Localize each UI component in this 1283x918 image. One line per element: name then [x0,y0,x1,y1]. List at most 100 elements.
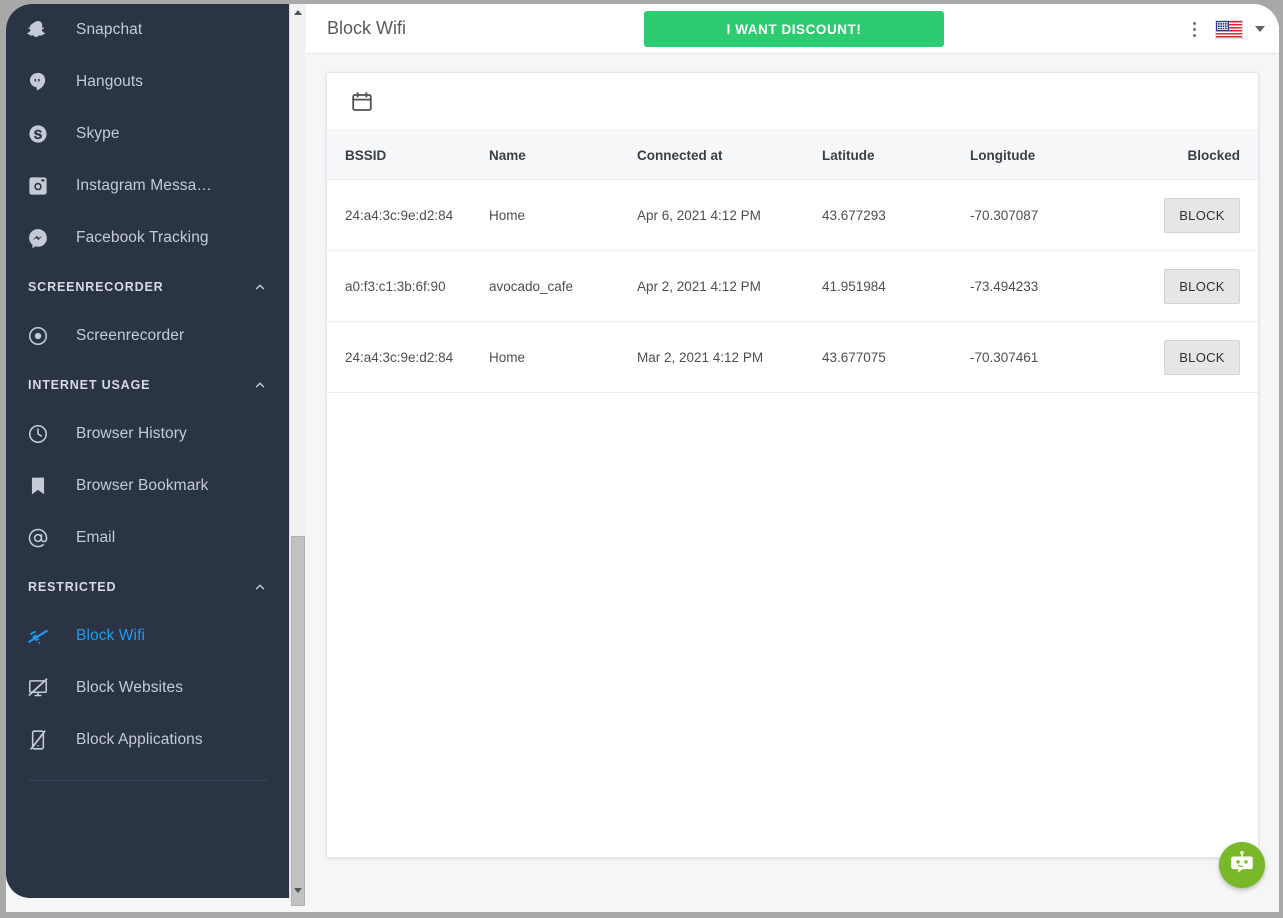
kebab-menu-icon[interactable] [1185,18,1203,40]
page-title: Block Wifi [327,18,407,38]
sidebar-item-label: Block Websites [76,679,184,696]
wifi-table-card: BSSID Name Connected at Latitude Longitu… [326,72,1259,858]
chevron-down-icon[interactable] [1255,26,1265,32]
scroll-down-arrow-icon[interactable] [290,882,306,898]
sidebar-item-label: Facebook Tracking [76,229,209,246]
sidebar-section-label: INTERNET USAGE [28,378,151,392]
sidebar-item-block-applications[interactable]: Block Applications [6,714,289,766]
table-row: a0:f3:c1:3b:6f:90 avocado_cafe Apr 2, 20… [327,250,1258,322]
column-header-latitude[interactable]: Latitude [822,130,970,180]
table-header: BSSID Name Connected at Latitude Longitu… [327,130,1258,180]
sidebar-section-internet-usage[interactable]: INTERNET USAGE [6,362,289,408]
sidebar-item-browser-bookmark[interactable]: Browser Bookmark [6,460,289,512]
sidebar-item-browser-history[interactable]: Browser History [6,408,289,460]
sidebar-item-label: Browser Bookmark [76,477,209,494]
cell-name: Home [489,321,637,393]
sidebar-item-block-websites[interactable]: Block Websites [6,662,289,714]
sidebar-section-screenrecorder[interactable]: SCREENRECORDER [6,264,289,310]
table-header-row: BSSID Name Connected at Latitude Longitu… [327,130,1258,180]
chevron-up-icon [253,378,267,392]
table-row: 24:a4:3c:9e:d2:84 Home Apr 6, 2021 4:12 … [327,179,1258,251]
sidebar-item-label: Snapchat [76,21,143,38]
sidebar-scrollbar[interactable] [289,4,306,906]
at-sign-icon [20,527,56,549]
table-row: 24:a4:3c:9e:d2:84 Home Mar 2, 2021 4:12 … [327,321,1258,393]
sidebar-item-block-wifi[interactable]: Block Wifi [6,610,289,662]
cell-longitude: -70.307087 [970,179,1160,251]
sidebar-item-screenrecorder[interactable]: Screenrecorder [6,310,289,362]
smartphone-off-icon [20,729,56,751]
cell-longitude: -73.494233 [970,250,1160,322]
us-flag-icon[interactable] [1215,19,1243,39]
column-header-longitude[interactable]: Longitude [970,130,1160,180]
cell-latitude: 41.951984 [822,250,970,322]
bookmark-icon [20,475,56,497]
cell-longitude: -70.307461 [970,321,1160,393]
instagram-icon [20,175,56,197]
cell-latitude: 43.677293 [822,179,970,251]
wifi-connections-table: BSSID Name Connected at Latitude Longitu… [327,130,1258,393]
wifi-off-icon [20,625,56,648]
facebook-messenger-icon [20,227,56,249]
block-button[interactable]: BLOCK [1164,339,1240,375]
block-button[interactable]: BLOCK [1164,197,1240,233]
column-header-connected-at[interactable]: Connected at [637,130,822,180]
clock-icon [20,423,56,445]
column-header-name[interactable]: Name [489,130,637,180]
sidebar-item-label: Block Wifi [76,627,146,644]
sidebar-section-label: SCREENRECORDER [28,280,164,294]
cell-connected-at: Mar 2, 2021 4:12 PM [637,321,822,393]
sidebar-item-label: Browser History [76,425,187,442]
sidebar-item-label: Skype [76,125,120,142]
topbar-actions [1185,4,1265,54]
record-icon [20,325,56,347]
scroll-up-arrow-icon[interactable] [290,4,306,20]
content-area: BSSID Name Connected at Latitude Longitu… [306,54,1279,898]
block-button[interactable]: BLOCK [1164,268,1240,304]
app-screen: Snapchat Hangouts Skype Instagram Messa…… [6,4,1279,912]
cell-bssid: a0:f3:c1:3b:6f:90 [327,250,489,322]
sidebar-item-email[interactable]: Email [6,512,289,564]
scrollbar-thumb[interactable] [291,536,305,906]
main-panel: Block Wifi I WANT DISCOUNT! BSSID Name C… [306,4,1279,898]
topbar: Block Wifi I WANT DISCOUNT! [306,4,1279,54]
sidebar-item-hangouts[interactable]: Hangouts [6,56,289,108]
sidebar-item-label: Block Applications [76,731,203,748]
column-header-blocked[interactable]: Blocked [1160,130,1258,180]
sidebar-item-snapchat[interactable]: Snapchat [6,4,289,56]
chevron-up-icon [253,280,267,294]
sidebar-item-label: Screenrecorder [76,327,185,344]
chevron-up-icon [253,580,267,594]
sidebar-divider [28,780,267,781]
sidebar-item-label: Instagram Messa… [76,177,212,194]
sidebar-section-label: RESTRICTED [28,580,117,594]
cell-bssid: 24:a4:3c:9e:d2:84 [327,321,489,393]
table-body: 24:a4:3c:9e:d2:84 Home Apr 6, 2021 4:12 … [327,179,1258,393]
sidebar-item-facebook-tracking[interactable]: Facebook Tracking [6,212,289,264]
snapchat-icon [20,19,56,41]
table-toolbar [327,73,1258,130]
monitor-off-icon [20,677,56,699]
hangouts-icon [20,71,56,93]
column-header-bssid[interactable]: BSSID [327,130,489,180]
cell-connected-at: Apr 6, 2021 4:12 PM [637,179,822,251]
sidebar-item-label: Hangouts [76,73,144,90]
chat-robot-button[interactable] [1219,842,1265,888]
sidebar-section-restricted[interactable]: RESTRICTED [6,564,289,610]
sidebar-item-skype[interactable]: Skype [6,108,289,160]
sidebar: Snapchat Hangouts Skype Instagram Messa…… [6,4,289,898]
chat-robot-icon [1228,849,1256,882]
cell-latitude: 43.677075 [822,321,970,393]
sidebar-item-label: Email [76,529,116,546]
sidebar-item-instagram-messages[interactable]: Instagram Messa… [6,160,289,212]
skype-icon [20,123,56,145]
calendar-icon[interactable] [349,89,375,115]
cell-blocked: BLOCK [1160,250,1258,322]
cell-connected-at: Apr 2, 2021 4:12 PM [637,250,822,322]
cell-bssid: 24:a4:3c:9e:d2:84 [327,179,489,251]
cell-name: avocado_cafe [489,250,637,322]
cell-blocked: BLOCK [1160,179,1258,251]
cell-name: Home [489,179,637,251]
i-want-discount-button[interactable]: I WANT DISCOUNT! [644,11,944,47]
device-frame: Snapchat Hangouts Skype Instagram Messa…… [0,0,1283,918]
